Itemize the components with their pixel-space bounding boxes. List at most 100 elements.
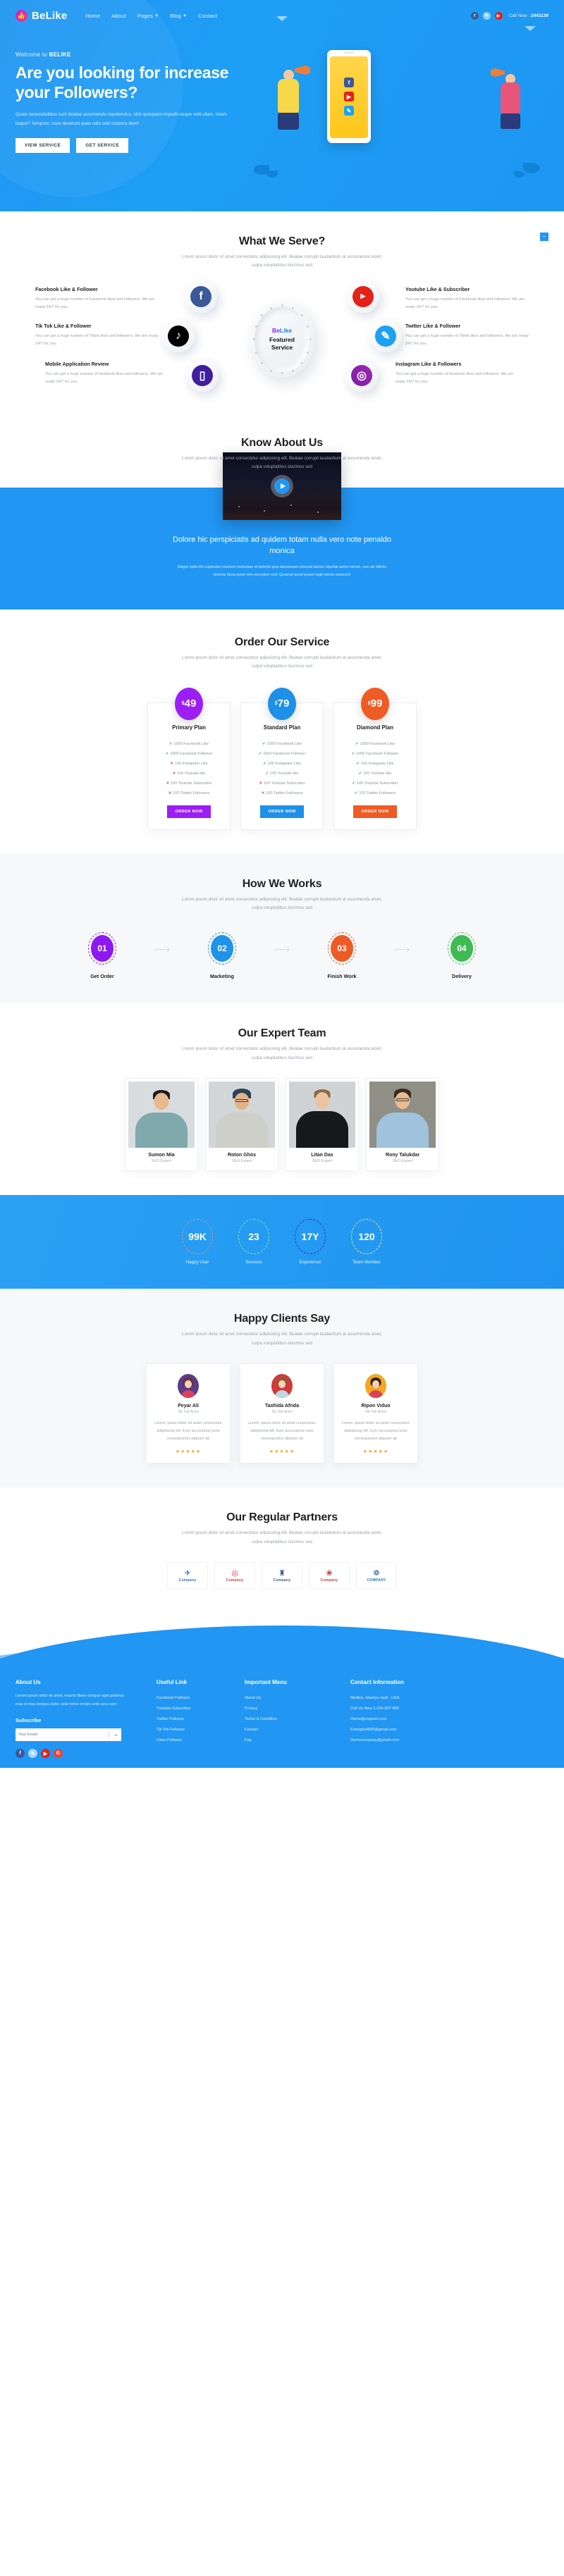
footer-link[interactable]: Faq [245,1735,350,1745]
dashed-ring-decoration [448,932,476,965]
plan-feature: ✕ 100 Instagram Like [170,761,208,766]
plan-feature: ✓ 1000 Facebook Like [168,741,209,746]
hub-brand: BeLike [272,327,292,334]
footer-link[interactable]: Youtube Subscriber [157,1703,245,1714]
plan-feature: ✕ 100 Youtube Subscriber [166,781,212,786]
cross-icon: ✕ [166,781,170,786]
facebook-icon: f [190,285,212,307]
check-icon: ✓ [265,771,269,776]
footer-link[interactable]: Terms & Condition [245,1714,350,1724]
nav-item-blog[interactable]: Blog ▼ [170,13,187,19]
service-bubble-youtube[interactable]: ▶ [347,280,379,313]
footer-link[interactable]: Facebook Follower [157,1692,245,1703]
service-text: You can get a huge number of Tiktok like… [35,333,159,346]
dashed-ring-decoration [88,932,116,965]
footer-link[interactable]: Twitter Follower [157,1714,245,1724]
team-member-card[interactable]: Rony Talukdar SEO Expert [366,1078,439,1172]
twitter-icon[interactable]: ✎ [28,1749,37,1759]
facebook-icon[interactable]: f [470,12,479,20]
counter-label: Happy User [185,1260,209,1265]
footer-contact-line: Demo@support.com [350,1716,387,1721]
partner-logo[interactable]: ❁ COMPANY [356,1562,397,1590]
youtube-icon[interactable]: ▶ [41,1749,50,1759]
plan-feature: ✕ 100 Twitter Followers [261,791,303,795]
service-bubble-facebook[interactable]: f [185,280,217,313]
check-icon: ✓ [355,741,359,746]
view-service-button[interactable]: VIEW SERVICE [16,138,70,154]
partner-name: Company [273,1578,291,1583]
plan-card-standard: $79 Standard Plan ✓ 1000 Facebook Like ✓ 1… [240,687,324,830]
work-steps: 01 Get Order ⟶ 02 Marketing ⟶ 03 Finish … [16,928,548,979]
facebook-icon[interactable]: f [16,1749,25,1759]
about-blue-panel: Dolore hic perspiciatis ad quidem totam … [0,452,564,609]
section-title-services: What We Serve? [238,235,326,247]
cross-icon: ✕ [168,791,172,795]
footer-contact-line: Exmaple4500@gmail.com [350,1727,397,1732]
plan-name: Primary Plan [172,724,206,731]
order-now-button[interactable]: ORDER NOW [167,805,211,818]
counter-ring: 99K [182,1219,213,1255]
partner-logo[interactable]: ❀ Company [309,1562,350,1590]
nav-item-home[interactable]: Home [85,13,100,19]
plan-feature: ✕ 100 Youtube Subscriber [259,781,305,786]
service-bubble-instagram[interactable]: ◎ [345,359,378,392]
call-now-text: Call Now : 2441139 [509,13,548,18]
section-subtitle-works: Lorem ipsum dolor sit amet consectetur a… [182,896,382,910]
youtube-icon[interactable]: ▶ [494,12,503,20]
google-plus-icon[interactable]: G [54,1749,63,1759]
partner-name: COMPANY [367,1578,386,1583]
service-bubble-tiktok[interactable]: ♪ [162,319,195,352]
check-icon: ✓ [354,791,358,795]
twitter-icon[interactable]: ✎ [482,12,491,20]
team-section: Our Expert Team Lorem ipsum dolor sit am… [0,1003,564,1196]
footer-link[interactable]: Privacy [245,1703,350,1714]
partner-logo[interactable]: ◎ Company [214,1562,255,1590]
brand-logo[interactable]: 👍 BeLike [16,10,67,22]
person-illustration-left [278,70,299,130]
work-step-3: 03 Finish Work [307,932,377,979]
arrow-right-icon[interactable]: → [113,1732,118,1738]
step-label: Marketing [210,973,234,980]
counter-experience: 17Y Experience [295,1219,326,1265]
email-input[interactable] [18,1733,105,1738]
collapse-toggle-button[interactable]: − [540,233,548,241]
service-mobile-review: Mobile Application Review You can get a … [45,361,168,386]
footer-subscribe-heading: Subscribe [16,1717,42,1724]
order-now-button[interactable]: ORDER NOW [260,805,304,818]
partner-logo[interactable]: ✈ Company [167,1562,208,1590]
nav-item-pages[interactable]: Pages ▼ [137,13,159,19]
footer-link[interactable]: Tik Tok Follower [157,1724,245,1735]
footer: About Us Lorem ipsum dolor sit amet, mau… [0,1666,564,1769]
plan-feature-list: ✓ 1000 Facebook Like ✓ 1000 Facebook Follo… [248,739,316,798]
check-icon: ✓ [358,771,362,776]
footer-link[interactable]: Contact [245,1724,350,1735]
member-role: SEO Expert [231,1159,252,1164]
hero-title: Are you looking for increase your Follow… [16,63,229,102]
footer-important-heading: Important Menu [245,1679,287,1686]
about-paragraph: Magni optio illo explicabo incidunt mole… [178,564,386,578]
team-member-card[interactable]: Sumon Mia SEO Expert [125,1078,198,1172]
hero-paragraph: Quasi necessitatibus sunt beatae assumen… [16,112,227,126]
footer-link[interactable]: About Us [245,1692,350,1703]
team-member-card[interactable]: Litan Das SEO Expert [286,1078,359,1172]
service-tiktok: Tik Tok Like & Follower You can get a hu… [35,323,159,348]
service-bubble-mobile[interactable]: ▯ [186,359,219,392]
pricing-section: Order Our Service Lorem ipsum dolor sit … [0,609,564,854]
service-bubble-twitter[interactable]: ✎ [369,319,402,352]
get-service-button[interactable]: GET SERVICE [76,138,129,154]
check-icon: ✓ [351,751,355,756]
hub-dot-decoration [307,351,309,354]
about-headline: Dolore hic perspiciatis ad quidem totam … [173,535,392,556]
partner-logo[interactable]: ♜ Company [262,1562,302,1590]
testimonial-text: Lorem, ipsum dolor sit amet consectetur … [248,1420,316,1441]
testimonial-card: Taohida Afrida Tik Tok Actor Lorem, ipsu… [240,1363,324,1464]
phone-mockup: f ▶ ✎ [327,50,371,143]
nav-item-about[interactable]: About [111,13,126,19]
team-member-card[interactable]: Roton Ghos SEO Expert [205,1078,278,1172]
play-icon[interactable] [274,478,290,494]
subscribe-form[interactable]: → [16,1728,121,1742]
nav-item-contact[interactable]: Contact [198,13,217,19]
order-now-button[interactable]: ORDER NOW [353,805,397,818]
footer-link[interactable]: Likee Follower [157,1735,245,1745]
featured-service-hub: BeLike Featured Service [250,301,314,378]
